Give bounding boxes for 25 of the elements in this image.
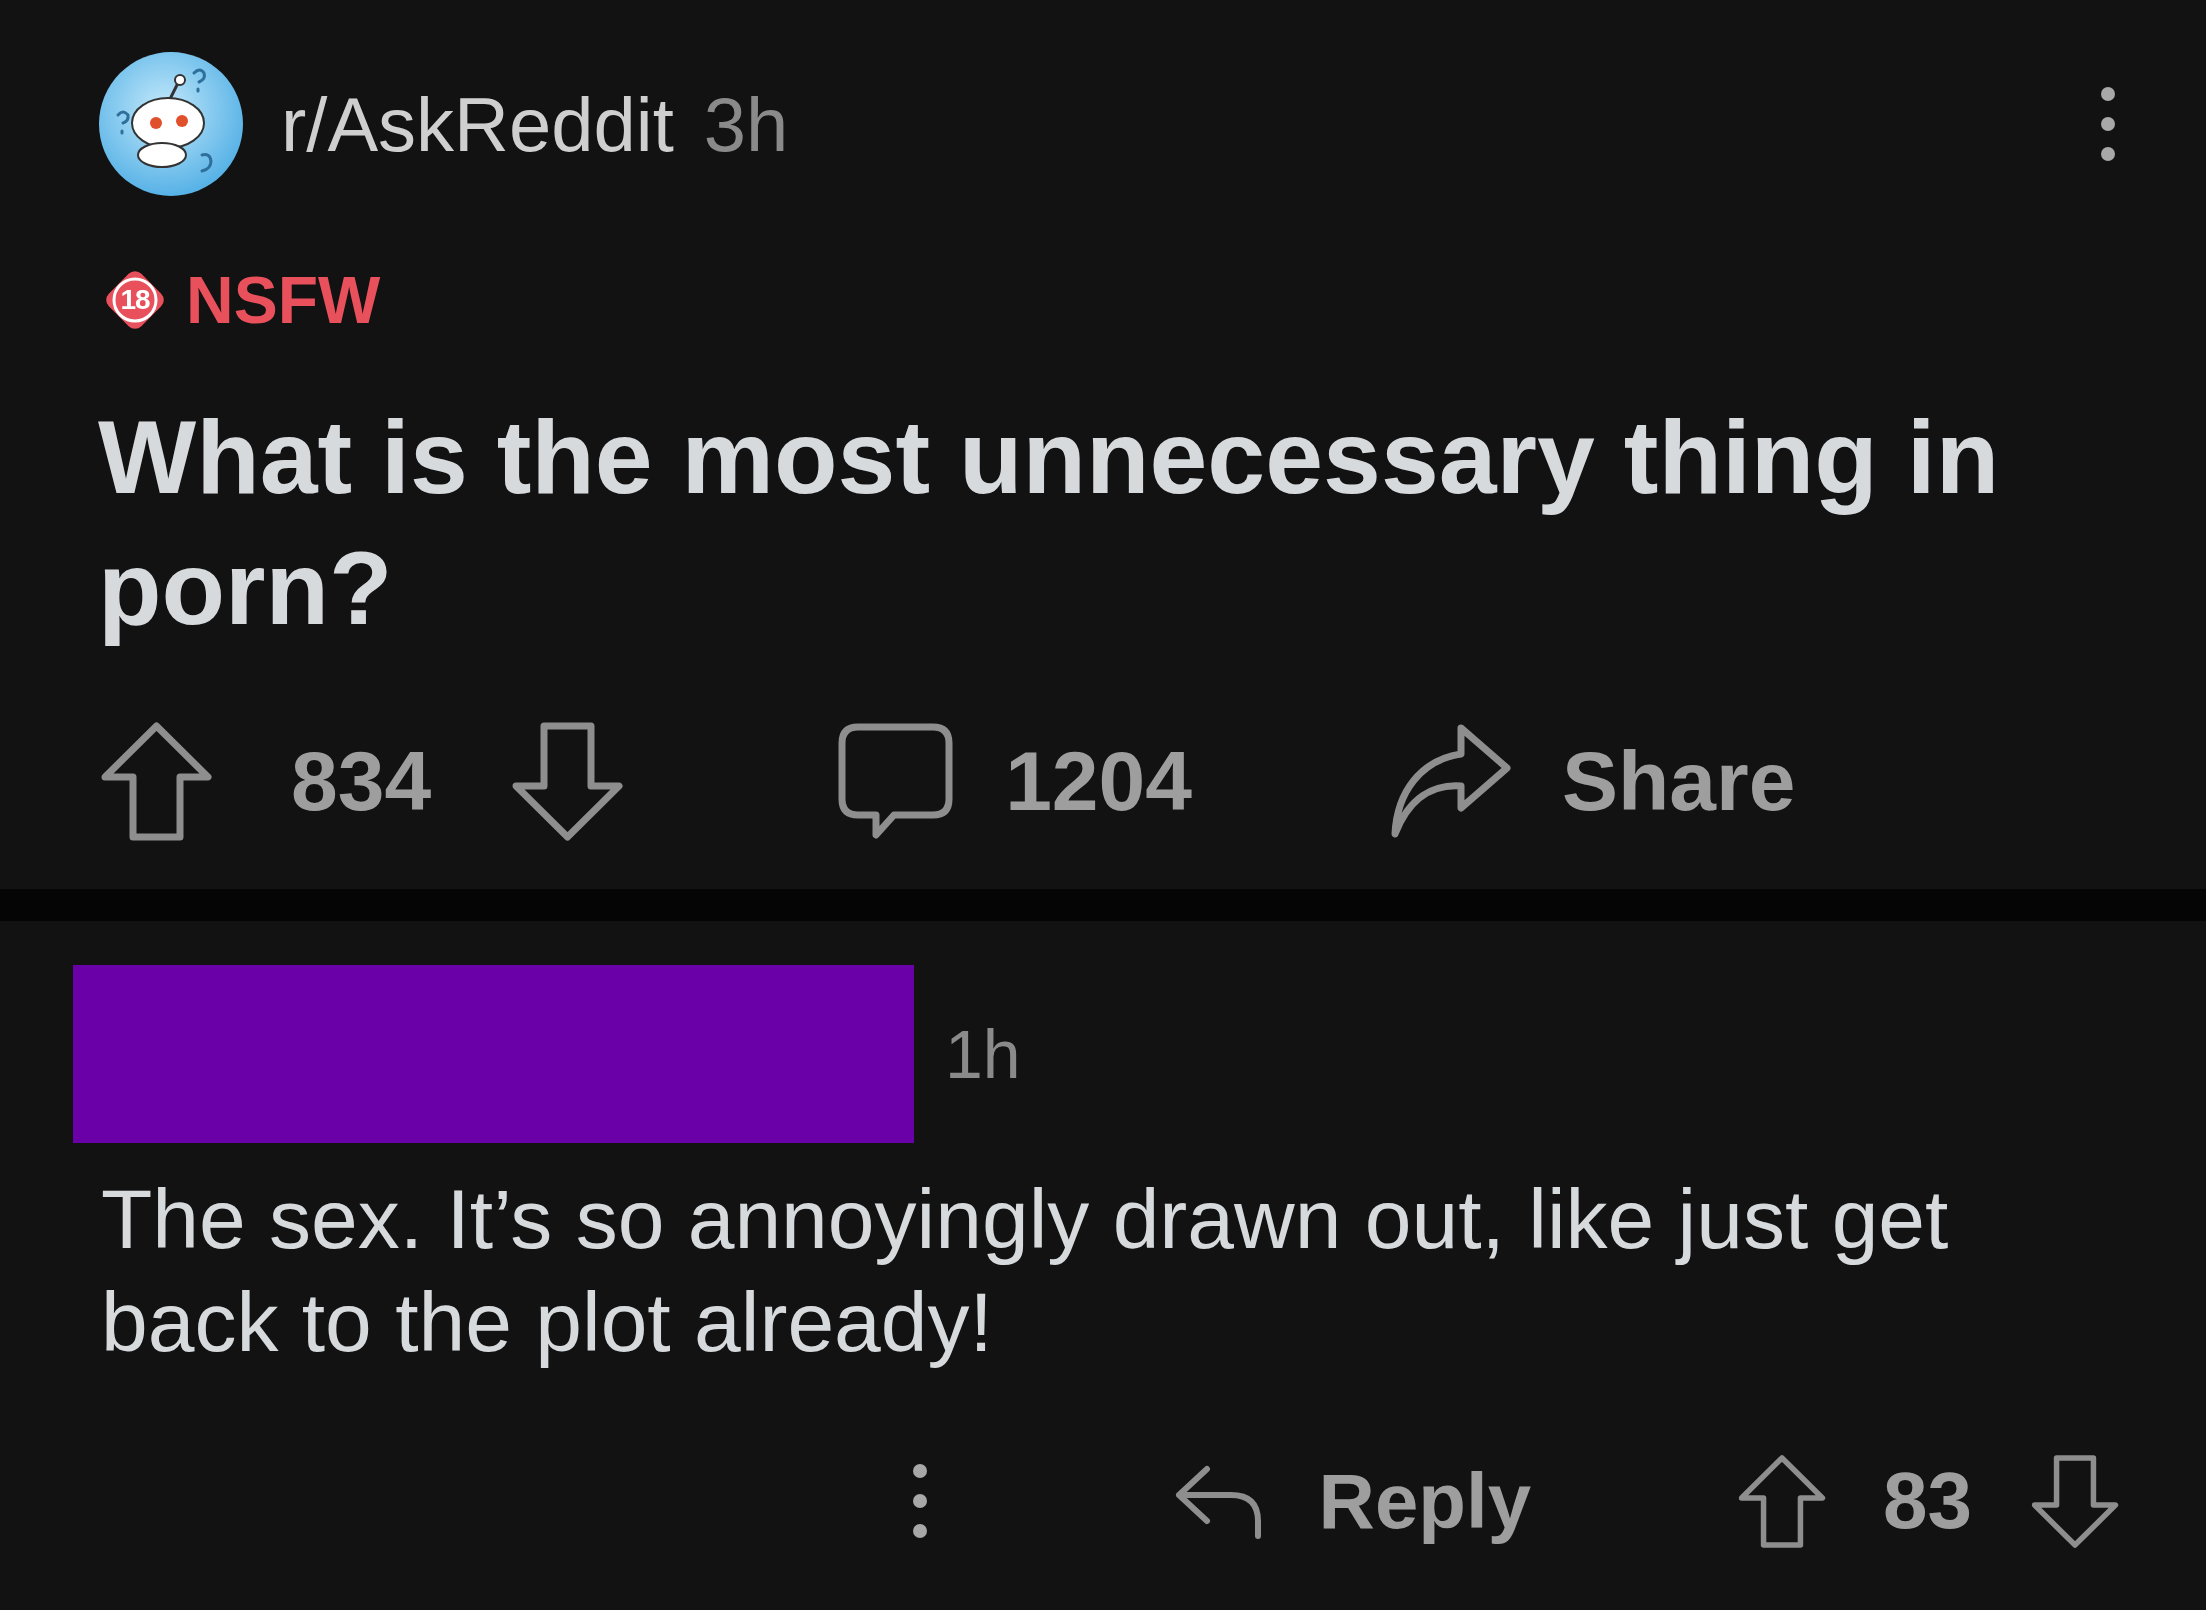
more-options-icon [911, 1463, 928, 1539]
comments-button[interactable]: 1204 [838, 723, 1193, 840]
subreddit-link[interactable]: r/AskReddit [281, 80, 674, 168]
post-title: What is the most unnecessary thing in porn? [98, 398, 2001, 648]
comment-age: 1h [945, 1015, 1021, 1093]
comment-text: The sex. It’s so annoyingly drawn out, like just get back to the plot already! [101, 1171, 1950, 1371]
more-options-icon [2100, 86, 2116, 162]
share-button[interactable]: Share [1389, 722, 1796, 841]
downvote-button[interactable] [2029, 1453, 2121, 1549]
up-arrow-icon [100, 721, 213, 842]
upvote-button[interactable] [1736, 1453, 1828, 1549]
down-arrow-icon [511, 721, 625, 842]
upvote-button[interactable] [100, 721, 213, 842]
share-arrow-icon [1389, 722, 1514, 841]
up-arrow-icon [1736, 1453, 1828, 1549]
downvote-button[interactable] [511, 721, 625, 842]
nsfw-label: NSFW [186, 262, 381, 338]
more-options-button[interactable] [2100, 86, 2116, 162]
down-arrow-icon [2029, 1453, 2121, 1549]
comment-options-button[interactable] [911, 1463, 928, 1539]
vote-count: 834 [291, 733, 432, 830]
vote-count: 83 [1883, 1455, 1972, 1547]
reply-button[interactable]: Reply [1172, 1455, 1531, 1547]
speech-bubble-icon [838, 723, 954, 840]
post-age: 3h [703, 80, 789, 168]
